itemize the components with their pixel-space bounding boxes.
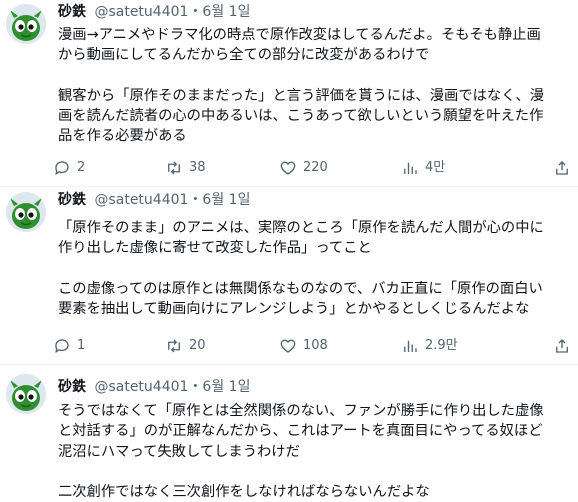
tweet-divider bbox=[0, 364, 578, 365]
tweet-text-line: 品を作る必要がある bbox=[58, 128, 187, 145]
tweet-text: そうではなくて「原作とは全然関係のない、ファンが勝手に作り出した虚像 と対話する… bbox=[58, 401, 570, 502]
repost-button[interactable]: 38 bbox=[165, 159, 206, 177]
author-name[interactable]: 砂鉄 bbox=[58, 192, 86, 208]
author-handle[interactable]: @satetu4401 bbox=[94, 379, 188, 395]
tweet-text-line: 画を読んだ読者の心の中あるいは、こうあって欲しいという願望を叶えた作 bbox=[58, 107, 544, 124]
tweet-actions: 1 20 108 2.9만 bbox=[53, 337, 573, 359]
tweet-text-line: 要素を抽出して動画向けにアレンジしよう」とかやるとしくじるんだよな bbox=[58, 300, 530, 317]
author-handle[interactable]: @satetu4401 bbox=[94, 192, 188, 208]
tweet-text-line: 作り出した虚像に寄せて改変した作品」ってこと bbox=[58, 240, 372, 257]
avatar[interactable] bbox=[6, 192, 46, 232]
tweet-date[interactable]: 6월 1일 bbox=[202, 192, 250, 208]
heart-icon bbox=[280, 339, 296, 353]
tweet-text: 漫画→アニメやドラマ化の時点で原作改変はしてるんだよ。そもそも静止画 から動画に… bbox=[58, 25, 570, 146]
avatar-creature-icon bbox=[6, 4, 46, 44]
tweet-actions: 2 38 220 4만 bbox=[53, 159, 573, 181]
tweet-date[interactable]: 6월 1일 bbox=[202, 379, 250, 395]
author-name[interactable]: 砂鉄 bbox=[58, 4, 86, 20]
repost-icon bbox=[168, 161, 180, 175]
tweet-text-line: 「原作そのまま」のアニメは、実際のところ「原作を読んだ人間が心の中に bbox=[58, 220, 544, 236]
tweet-text-line: 漫画→アニメやドラマ化の時点で原作改変はしてるんだよ。そもそも静止画 bbox=[58, 27, 541, 43]
tweet-text-line: と対話する」のが正解なんだから、これはアートを真面目にやってる奴ほど bbox=[58, 423, 543, 440]
tweet-text-line: そうではなくて「原作とは全然関係のない、ファンが勝手に作り出した虚像 bbox=[58, 403, 544, 419]
views-count: 2.9만 bbox=[425, 338, 458, 353]
tweet-header: 砂鉄 @satetu4401・6월 1일 bbox=[58, 191, 250, 209]
reply-button[interactable]: 2 bbox=[53, 159, 85, 177]
tweet-text-line: 観客から「原作そのままだった」と言う評価を貰うには、漫画ではなく、漫 bbox=[58, 87, 545, 104]
tweet-header: 砂鉄 @satetu4401・6월 1일 bbox=[58, 378, 250, 396]
tweet[interactable]: 砂鉄 @satetu4401・6월 1일 そうではなくて「原作とは全然関係のない… bbox=[0, 366, 578, 500]
avatar-creature-icon bbox=[6, 192, 46, 232]
author-handle[interactable]: @satetu4401 bbox=[94, 4, 188, 20]
header-separator: ・ bbox=[188, 379, 203, 395]
tweet-text-line: から動画にしてるんだから全ての部分に改変があるわけで bbox=[58, 47, 430, 64]
tweet-date[interactable]: 6월 1일 bbox=[202, 4, 250, 20]
like-count: 108 bbox=[303, 338, 328, 353]
reply-button[interactable]: 1 bbox=[53, 337, 85, 355]
tweet-text-line: 二次創作ではなく三次創作をしなければならないんだよな bbox=[58, 483, 430, 500]
share-button[interactable] bbox=[553, 337, 571, 359]
like-count: 220 bbox=[303, 160, 328, 175]
tweet[interactable]: 砂鉄 @satetu4401・6월 1일 漫画→アニメやドラマ化の時点で原作改変… bbox=[0, 0, 578, 185]
author-name[interactable]: 砂鉄 bbox=[58, 379, 86, 395]
header-separator: ・ bbox=[188, 192, 203, 208]
like-button[interactable]: 108 bbox=[279, 337, 328, 355]
heart-icon bbox=[280, 161, 296, 175]
views-button[interactable]: 4만 bbox=[401, 159, 445, 177]
tweet[interactable]: 砂鉄 @satetu4401・6월 1일 「原作そのまま」のアニメは、実際のとこ… bbox=[0, 188, 578, 363]
tweet-divider bbox=[0, 186, 578, 187]
reply-icon bbox=[55, 339, 69, 353]
avatar[interactable] bbox=[6, 4, 46, 44]
avatar-creature-icon bbox=[6, 374, 46, 414]
tweet-header: 砂鉄 @satetu4401・6월 1일 bbox=[58, 3, 250, 21]
views-button[interactable]: 2.9만 bbox=[401, 337, 458, 355]
views-count: 4만 bbox=[425, 160, 446, 175]
share-button[interactable] bbox=[553, 159, 571, 181]
views-icon bbox=[404, 340, 417, 352]
repost-button[interactable]: 20 bbox=[165, 337, 206, 355]
reply-icon bbox=[55, 161, 69, 175]
share-icon bbox=[556, 339, 568, 353]
avatar[interactable] bbox=[6, 374, 46, 414]
tweet-text-line: 泥沼にハマって失敗してしまうわけだ bbox=[58, 443, 300, 460]
reply-count: 2 bbox=[77, 160, 86, 175]
views-icon bbox=[404, 162, 417, 174]
repost-count: 20 bbox=[189, 338, 206, 353]
header-separator: ・ bbox=[188, 4, 203, 20]
repost-count: 38 bbox=[189, 160, 206, 175]
repost-icon bbox=[168, 339, 180, 353]
share-icon bbox=[556, 161, 568, 175]
reply-count: 1 bbox=[77, 338, 86, 353]
tweet-text: 「原作そのまま」のアニメは、実際のところ「原作を読んだ人間が心の中に 作り出した… bbox=[58, 218, 570, 319]
like-button[interactable]: 220 bbox=[279, 159, 328, 177]
tweet-text-line: この虚像ってのは原作とは無関係なものなので、バカ正直に「原作の面白い bbox=[58, 280, 543, 297]
